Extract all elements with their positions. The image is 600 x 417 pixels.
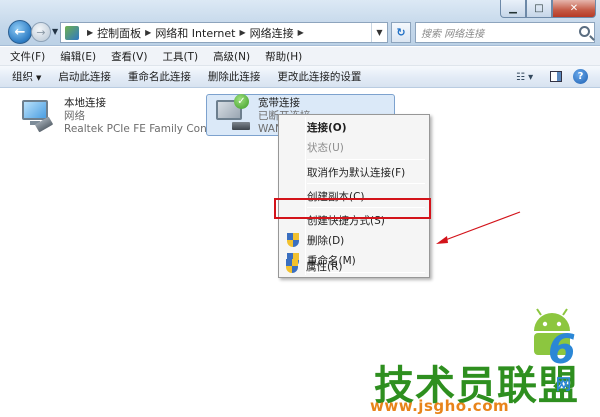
recent-pages-dropdown[interactable]: ▼: [52, 27, 58, 36]
rename-connection-button[interactable]: 重命名此连接: [128, 69, 191, 84]
maximize-button[interactable]: □: [526, 0, 552, 18]
broadband-modem-icon: ✓: [212, 94, 252, 134]
breadcrumb-chevron-icon[interactable]: ▶: [87, 28, 93, 37]
watermark: 6 技术员联盟 网 www.jsgho.com: [360, 305, 600, 417]
menu-separator: [307, 183, 425, 184]
organize-button[interactable]: 组织 ▼: [12, 69, 41, 84]
menu-file[interactable]: 文件(F): [10, 49, 45, 64]
shield-icon: [287, 233, 299, 247]
menu-tools[interactable]: 工具(T): [162, 49, 198, 64]
change-settings-button[interactable]: 更改此连接的设置: [277, 69, 361, 84]
close-button[interactable]: ✕: [552, 0, 596, 18]
connection-name: 宽带连接: [258, 97, 300, 109]
breadcrumb-chevron-icon[interactable]: ▶: [145, 28, 151, 37]
breadcrumb-network-connections[interactable]: 网络连接: [250, 25, 294, 41]
forward-button[interactable]: →: [31, 22, 51, 42]
minimize-button[interactable]: ▁: [500, 0, 526, 18]
watermark-url: www.jsgho.com: [370, 397, 510, 415]
view-options-icon[interactable]: ☷ ▾: [516, 70, 538, 84]
annotation-highlight-box: [274, 198, 431, 219]
menu-bar: 文件(F) 编辑(E) 查看(V) 工具(T) 高级(N) 帮助(H): [0, 47, 600, 66]
search-placeholder: 搜索 网络连接: [421, 29, 485, 40]
check-icon: ✓: [234, 94, 249, 109]
search-icon[interactable]: [579, 26, 590, 37]
menu-item-delete[interactable]: 删除(D): [281, 230, 427, 250]
help-icon[interactable]: ?: [573, 69, 588, 84]
network-adapter-icon: [18, 96, 58, 134]
breadcrumb-chevron-icon[interactable]: ▶: [298, 28, 304, 37]
window-controls: ▁ □ ✕: [500, 0, 596, 18]
delete-connection-button[interactable]: 删除此连接: [208, 69, 261, 84]
preview-pane-icon[interactable]: [550, 71, 562, 82]
menu-view[interactable]: 查看(V): [111, 49, 147, 64]
menu-advanced[interactable]: 高级(N): [213, 49, 250, 64]
chevron-down-icon: ▼: [36, 74, 42, 82]
search-input[interactable]: 搜索 网络连接: [415, 22, 595, 43]
breadcrumb-chevron-icon[interactable]: ▶: [240, 28, 246, 37]
forward-arrow-icon: →: [36, 25, 46, 39]
back-button[interactable]: ←: [8, 20, 32, 44]
title-bar: ▁ □ ✕ ← → ▼ ▶ 控制面板 ▶ 网络和 Internet ▶ 网络连接…: [0, 0, 600, 46]
menu-help[interactable]: 帮助(H): [265, 49, 302, 64]
command-bar: 组织 ▼ 启动此连接 重命名此连接 删除此连接 更改此连接的设置 ☷ ▾ ?: [0, 66, 600, 88]
watermark-net: 网: [556, 375, 572, 393]
menu-item-connect[interactable]: 连接(O): [281, 117, 427, 137]
menu-separator: [307, 159, 425, 160]
menu-item-properties[interactable]: 属性(R): [280, 256, 426, 276]
menu-item-label: 属性(R): [306, 260, 343, 273]
organize-label: 组织: [12, 71, 33, 83]
refresh-icon: ↻: [396, 26, 406, 39]
menu-item-cancel-default[interactable]: 取消作为默认连接(F): [281, 162, 427, 182]
context-menu: 连接(O) 状态(U) 取消作为默认连接(F) 创建副本(C) 创建快捷方式(S…: [278, 114, 430, 278]
address-bar[interactable]: ▶ 控制面板 ▶ 网络和 Internet ▶ 网络连接 ▶ ▼: [60, 22, 388, 43]
annotation-arrow-icon: [436, 211, 521, 244]
breadcrumb-network-internet[interactable]: 网络和 Internet: [155, 25, 235, 41]
address-dropdown-icon[interactable]: ▼: [371, 23, 387, 42]
menu-item-status[interactable]: 状态(U): [281, 137, 427, 157]
refresh-button[interactable]: ↻: [391, 22, 411, 43]
shield-icon: [286, 259, 298, 273]
back-arrow-icon: ←: [14, 24, 26, 40]
breadcrumb-control-panel[interactable]: 控制面板: [97, 25, 141, 41]
connection-local[interactable]: 本地连接 网络 Realtek PCIe FE Family Control..…: [18, 96, 234, 136]
start-connection-button[interactable]: 启动此连接: [58, 69, 111, 84]
control-panel-icon: [65, 25, 79, 40]
menu-edit[interactable]: 编辑(E): [60, 49, 96, 64]
menu-item-label: 删除(D): [307, 234, 345, 247]
